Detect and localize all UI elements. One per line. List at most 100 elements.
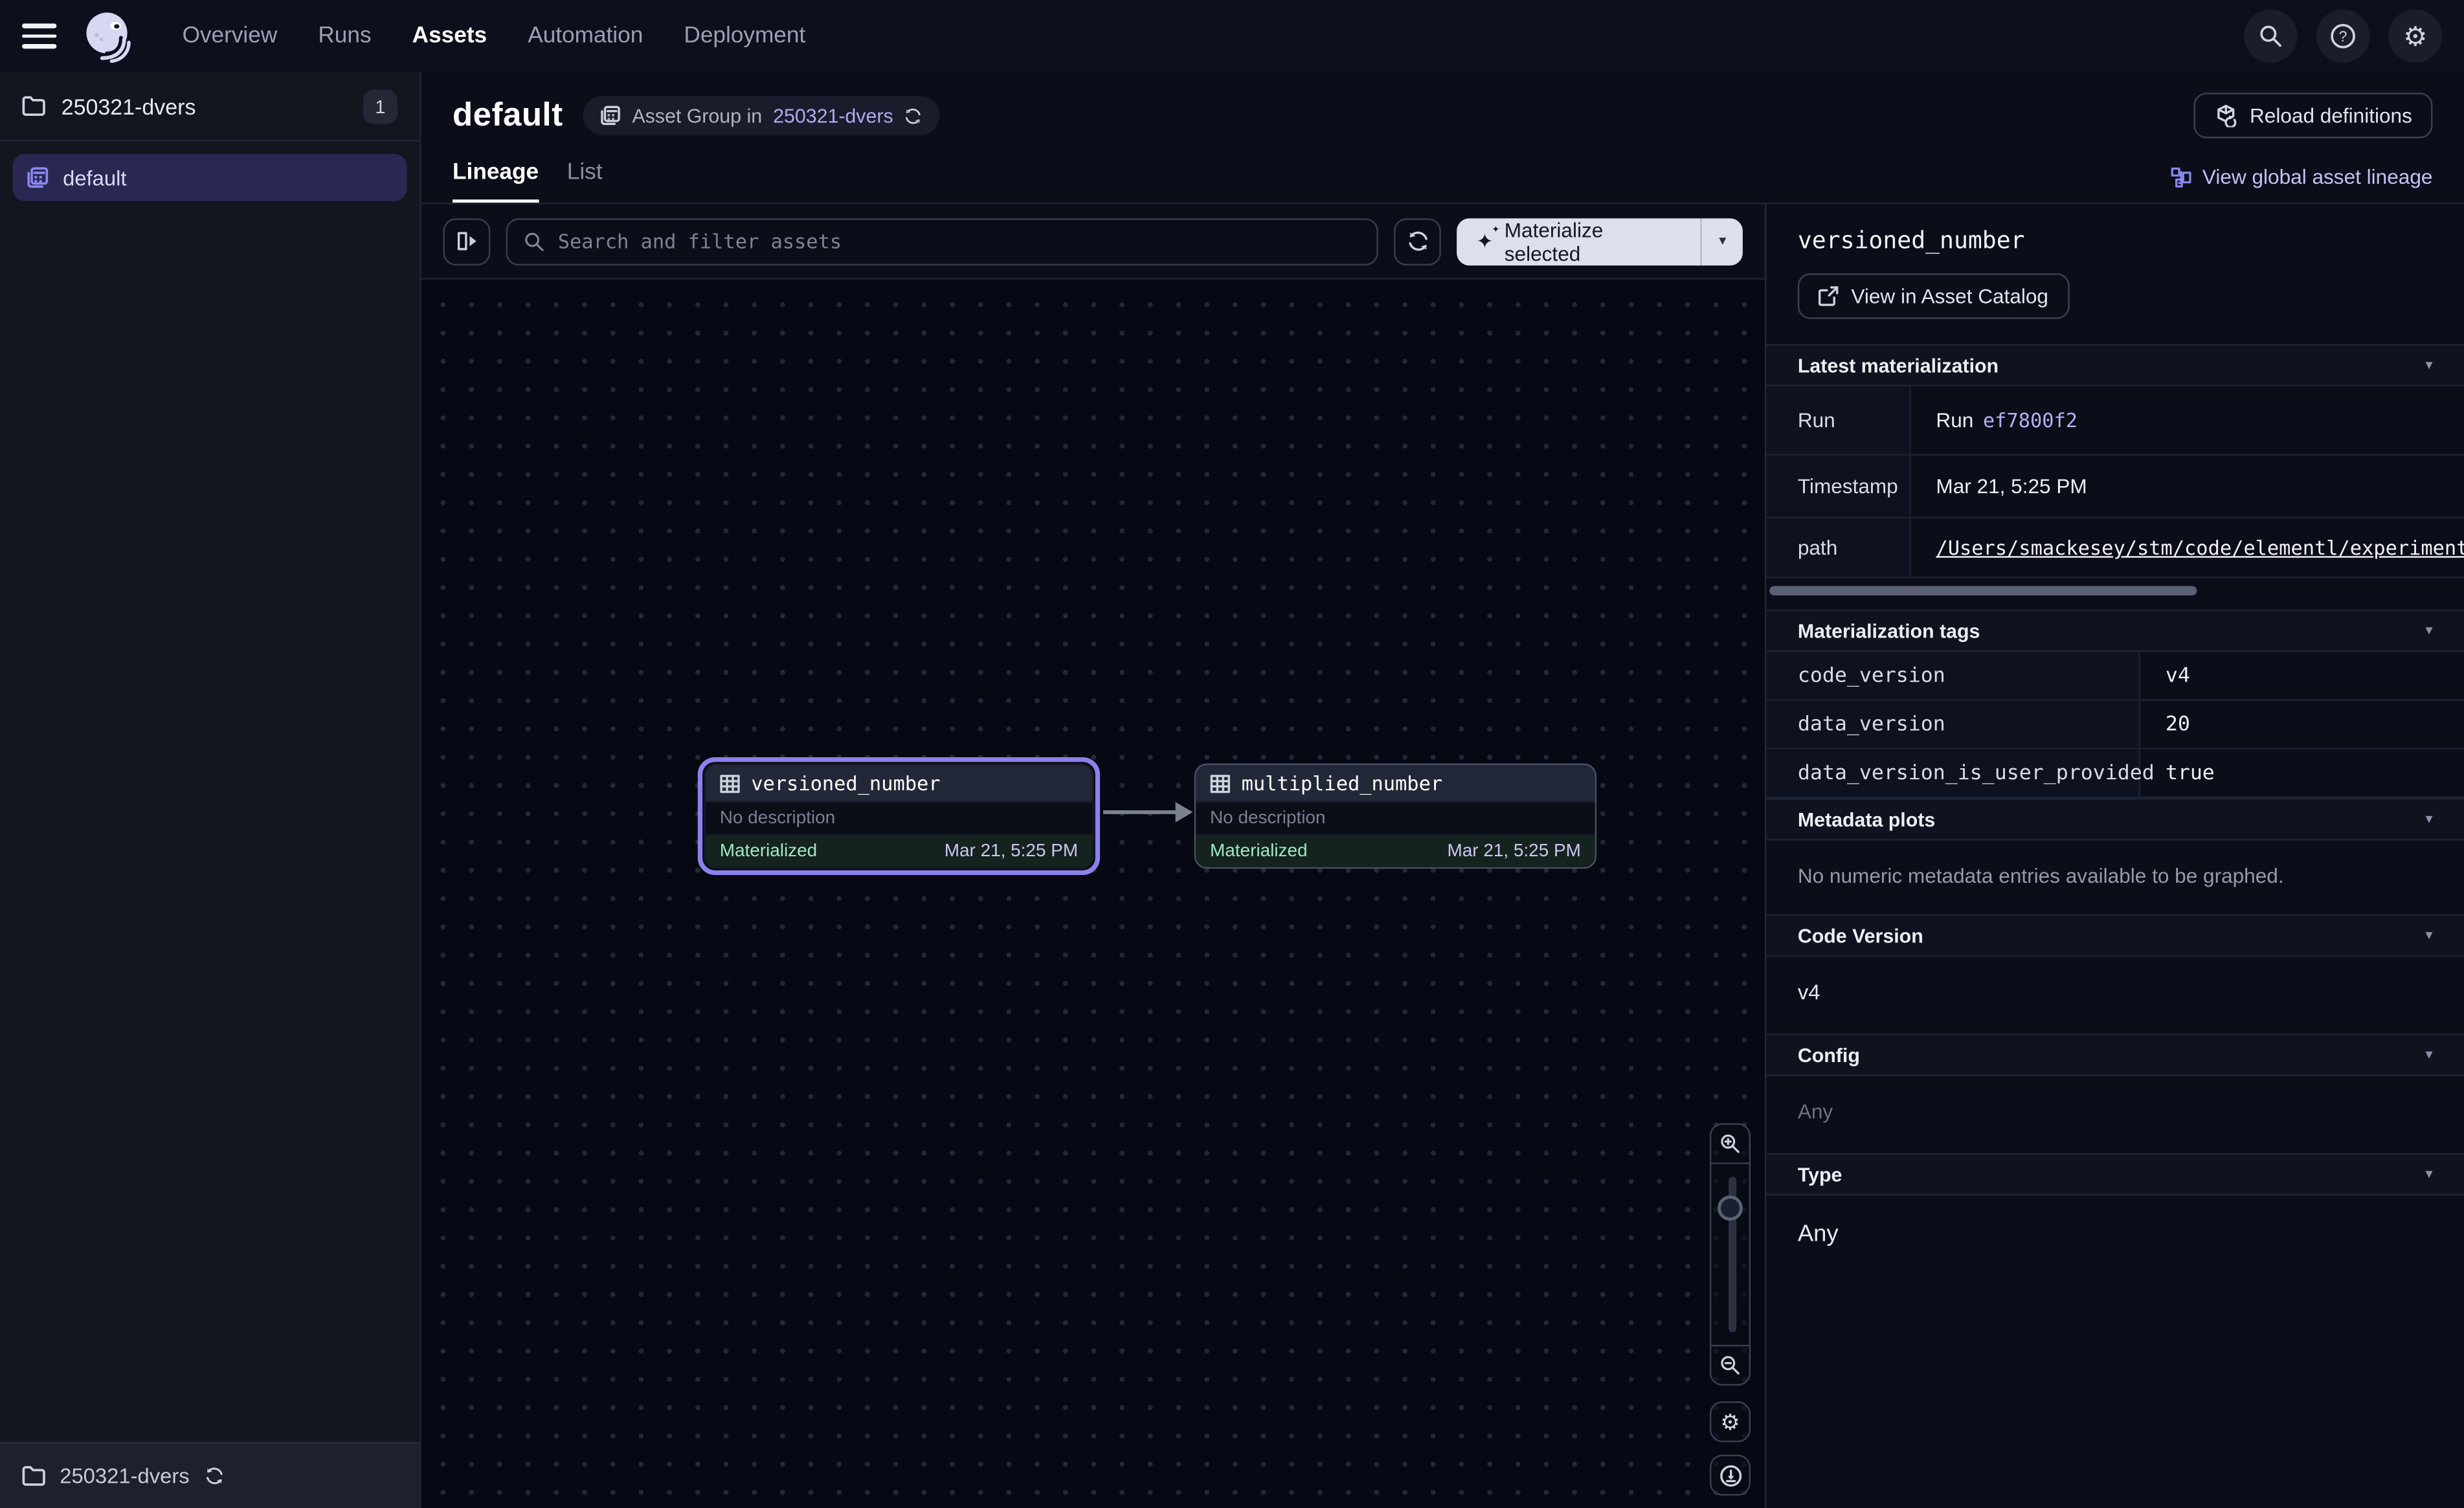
materialize-options-dropdown[interactable]: ▾	[1703, 217, 1743, 265]
config-value: Any	[1766, 1076, 2464, 1153]
hamburger-menu-icon[interactable]	[22, 23, 56, 49]
sparkle-icon: ✦	[1476, 231, 1493, 252]
nav-assets[interactable]: Assets	[412, 23, 487, 49]
topbar-actions: ? ⚙	[2244, 10, 2442, 63]
repo-count-badge: 1	[363, 89, 398, 123]
timestamp-row-value: Mar 21, 5:25 PM	[1911, 456, 2464, 518]
sidebar-repo-row[interactable]: 250321-dvers 1	[0, 72, 420, 142]
section-config[interactable]: Config ▾	[1766, 1034, 2464, 1076]
sidebar-spacer	[0, 214, 420, 1442]
reload-definitions-button[interactable]: Reload definitions	[2193, 93, 2433, 138]
run-id-link[interactable]: ef7800f2	[1983, 408, 2078, 432]
materialized-status: Materialized	[720, 842, 817, 861]
materialize-selected-button[interactable]: ✦ Materialize selected	[1457, 217, 1701, 265]
materialized-timestamp: Mar 21, 5:25 PM	[1448, 842, 1581, 861]
sidebar-item-default-group[interactable]: default	[12, 154, 407, 201]
gear-icon: ⚙	[2403, 23, 2427, 49]
asset-group-icon	[601, 105, 622, 126]
download-graph-button[interactable]	[1710, 1455, 1751, 1496]
view-in-asset-catalog-button[interactable]: View in Asset Catalog	[1798, 273, 2069, 318]
sidebar-item-label: default	[63, 166, 126, 189]
refresh-icon[interactable]	[203, 1466, 224, 1487]
refresh-icon[interactable]	[904, 106, 923, 125]
download-icon	[1718, 1463, 1742, 1487]
svg-text:?: ?	[2339, 28, 2347, 45]
tab-list[interactable]: List	[567, 161, 603, 203]
reload-definitions-icon	[2213, 104, 2237, 127]
zoom-slider[interactable]	[1710, 1164, 1751, 1345]
caret-down-icon: ▾	[1719, 232, 1726, 250]
zoom-in-button[interactable]	[1710, 1124, 1751, 1164]
caret-down-icon[interactable]: ▾	[2425, 810, 2432, 828]
tag-value: true	[2140, 749, 2464, 798]
section-latest-materialization[interactable]: Latest materialization ▾	[1766, 344, 2464, 387]
section-code-version[interactable]: Code Version ▾	[1766, 915, 2464, 957]
section-materialization-tags[interactable]: Materialization tags ▾	[1766, 610, 2464, 652]
caret-down-icon[interactable]: ▾	[2425, 1166, 2432, 1183]
graph-settings-button[interactable]: ⚙	[1710, 1401, 1751, 1442]
asset-node-description: No description	[706, 801, 1092, 836]
lineage-toolbar: ✦ Materialize selected ▾	[421, 205, 1765, 280]
section-type[interactable]: Type ▾	[1766, 1153, 2464, 1196]
asset-groups-sidebar: 250321-dvers 1 default 250321-dvers	[0, 72, 421, 1508]
tag-repo-link[interactable]: 250321-dvers	[773, 104, 893, 126]
refresh-graph-button[interactable]	[1394, 217, 1442, 265]
help-icon: ?	[2329, 22, 2357, 50]
path-row-value: /Users/smackesey/stm/code/elementl/exper…	[1911, 518, 2464, 578]
asset-group-icon	[27, 166, 49, 188]
asset-node-versioned-number[interactable]: versioned_number No description Material…	[698, 757, 1100, 875]
zoom-out-icon	[1719, 1354, 1741, 1376]
tab-lineage[interactable]: Lineage	[453, 161, 539, 203]
view-global-asset-lineage-link[interactable]: View global asset lineage	[2169, 165, 2433, 203]
caret-down-icon[interactable]: ▾	[2425, 622, 2432, 639]
nav-automation[interactable]: Automation	[528, 23, 643, 49]
asset-details-panel: versioned_number View in Asset Catalog L…	[1765, 205, 2464, 1508]
tabs-row: Lineage List View global asset lineage	[421, 146, 2464, 203]
tag-key: data_version	[1766, 701, 2140, 749]
table-icon	[720, 773, 741, 792]
tag-prefix: Asset Group in	[632, 104, 762, 126]
zoom-out-button[interactable]	[1710, 1345, 1751, 1386]
path-link[interactable]: /Users/smackesey/stm/code/elementl/exper…	[1936, 536, 2464, 559]
zoom-in-icon	[1719, 1133, 1741, 1155]
type-value: Any	[1766, 1195, 2464, 1279]
horizontal-scrollbar[interactable]	[1769, 586, 2197, 595]
view-in-asset-catalog-label: View in Asset Catalog	[1851, 284, 2048, 307]
section-title: Materialization tags	[1798, 620, 1980, 642]
asset-search-box	[506, 217, 1379, 265]
run-row-label: Run	[1766, 386, 1910, 456]
page-header: default Asset Group in 250321-dvers	[421, 72, 2464, 146]
dagster-logo[interactable]	[82, 10, 135, 63]
materialize-selected-label: Materialize selected	[1505, 217, 1682, 265]
zoom-slider-handle[interactable]	[1718, 1195, 1743, 1221]
asset-node-description: No description	[1196, 801, 1595, 836]
caret-down-icon[interactable]: ▾	[2425, 927, 2432, 944]
reload-definitions-label: Reload definitions	[2250, 104, 2412, 127]
tag-value: 20	[2140, 701, 2464, 749]
help-button[interactable]: ?	[2316, 10, 2370, 63]
folder-icon	[22, 96, 45, 116]
nav-deployment[interactable]: Deployment	[684, 23, 805, 49]
repo-name: 250321-dvers	[62, 93, 196, 118]
nav-runs[interactable]: Runs	[318, 23, 371, 49]
materialize-selected-split-button: ✦ Materialize selected ▾	[1457, 217, 1743, 265]
caret-down-icon[interactable]: ▾	[2425, 357, 2432, 374]
panel-asset-title: versioned_number	[1798, 227, 2433, 255]
nav-overview[interactable]: Overview	[183, 23, 278, 49]
asset-node-name: versioned_number	[751, 771, 940, 795]
search-input[interactable]	[558, 229, 1361, 252]
search-button[interactable]	[2244, 10, 2298, 63]
tag-key: code_version	[1766, 652, 2140, 700]
asset-node-name: multiplied_number	[1242, 771, 1443, 795]
settings-button[interactable]: ⚙	[2388, 10, 2442, 63]
caret-down-icon[interactable]: ▾	[2425, 1047, 2432, 1064]
path-row-label: path	[1766, 518, 1910, 578]
expand-panel-button[interactable]	[443, 217, 490, 265]
expand-panel-icon	[455, 231, 478, 252]
asset-node-multiplied-number[interactable]: multiplied_number No description Materia…	[1194, 764, 1596, 869]
lineage-canvas[interactable]: versioned_number No description Material…	[421, 280, 1765, 1508]
lineage-edge	[1103, 797, 1194, 828]
asset-group-tag: Asset Group in 250321-dvers	[583, 96, 940, 135]
section-metadata-plots[interactable]: Metadata plots ▾	[1766, 798, 2464, 841]
asset-node-header: versioned_number	[706, 765, 1092, 801]
